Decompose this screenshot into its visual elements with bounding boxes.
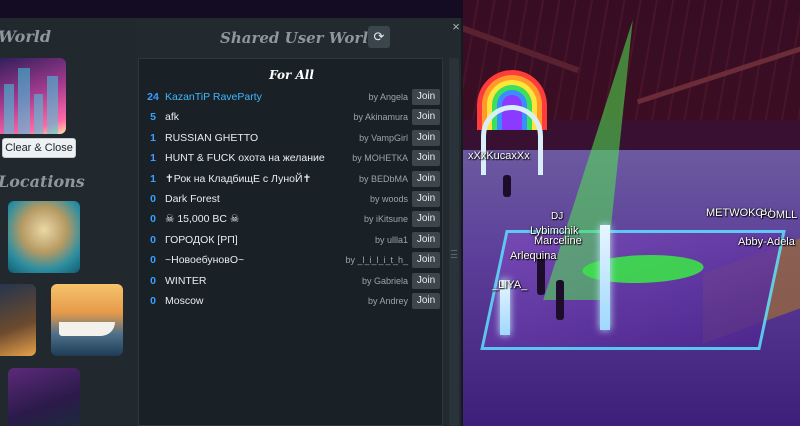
world-row[interactable]: 1 RUSSIAN GHETTO by VampGirl Join bbox=[139, 128, 444, 148]
close-icon[interactable]: × bbox=[450, 20, 462, 34]
world-author: by BEDbMA bbox=[358, 173, 408, 184]
join-button[interactable]: Join bbox=[412, 190, 440, 207]
user-count: 0 bbox=[150, 192, 156, 205]
refresh-button[interactable]: ⟳ bbox=[368, 26, 390, 48]
world-author: by ullla1 bbox=[374, 234, 408, 245]
join-button[interactable]: Join bbox=[412, 129, 440, 146]
world-name[interactable]: afk bbox=[165, 111, 179, 123]
location-thumbnail-room[interactable] bbox=[0, 284, 36, 356]
worlds-list: For All 24 KazanTiP RaveParty by Angela Joi… bbox=[138, 58, 443, 426]
join-button[interactable]: Join bbox=[412, 109, 440, 126]
join-button[interactable]: Join bbox=[412, 150, 440, 167]
world-row[interactable]: 0 ~НовоебуновО~ by _l_i_l_i_t_h_ Join bbox=[139, 250, 444, 270]
avatar-nametag: Marceline bbox=[534, 235, 582, 247]
user-count: 24 bbox=[147, 91, 159, 103]
avatar-nametag: Abby-Adela bbox=[738, 236, 795, 248]
list-scrollbar[interactable] bbox=[449, 58, 459, 426]
user-count: 0 bbox=[150, 254, 156, 267]
join-button[interactable]: Join bbox=[412, 292, 440, 309]
world-thumbnail-city[interactable] bbox=[0, 58, 66, 134]
world-name[interactable]: ☠ 15,000 BC ☠ bbox=[165, 213, 239, 225]
world-scene-view[interactable]: xXxKucaxXx DJ Lybimchik Marceline Arlequ… bbox=[463, 0, 800, 426]
world-row[interactable]: 0 Dark Forest by woods Join bbox=[139, 189, 444, 209]
white-arch bbox=[481, 105, 543, 175]
world-name[interactable]: ГОРОДОК [РП] bbox=[165, 234, 238, 246]
world-name[interactable]: RUSSIAN GHETTO bbox=[165, 132, 258, 144]
world-author: by Angela bbox=[368, 92, 408, 102]
user-count: 0 bbox=[150, 294, 156, 307]
user-count: 0 bbox=[150, 233, 156, 246]
join-button[interactable]: Join bbox=[412, 272, 440, 289]
user-count: 5 bbox=[150, 111, 156, 124]
world-author: by woods bbox=[369, 193, 408, 204]
location-thumbnail-island[interactable] bbox=[8, 201, 80, 273]
location-thumbnail-yacht[interactable] bbox=[51, 284, 123, 356]
avatar-nametag: xXxKucaxXx bbox=[468, 150, 530, 162]
avatar-nametag: POMLL bbox=[760, 209, 798, 221]
join-button[interactable]: Join bbox=[412, 252, 440, 269]
world-row[interactable]: 1 ✝Рок на КладбищЕ с ЛуноЙ✝ by BEDbMA Join bbox=[139, 169, 444, 189]
location-thumbnail-club[interactable] bbox=[8, 368, 80, 426]
left-sidebar: World Clear & Close Locations bbox=[0, 18, 136, 426]
world-row[interactable]: 0 ГОРОДОК [РП] by ullla1 Join bbox=[139, 230, 444, 250]
join-button[interactable]: Join bbox=[412, 89, 440, 105]
world-name[interactable]: ✝Рок на КладбищЕ с ЛуноЙ✝ bbox=[165, 173, 311, 185]
world-name[interactable]: Moscow bbox=[165, 295, 204, 307]
user-count: 0 bbox=[150, 274, 156, 287]
join-button[interactable]: Join bbox=[412, 231, 440, 248]
world-author: by МОНЕТКА bbox=[352, 153, 408, 164]
world-row[interactable]: 0 Moscow by Andrey Join bbox=[139, 291, 444, 311]
world-name[interactable]: ~НовоебуновО~ bbox=[165, 254, 244, 266]
avatar-figure[interactable] bbox=[556, 280, 564, 320]
world-author: by iKitsune bbox=[363, 214, 408, 225]
world-author: by Andrey bbox=[367, 295, 408, 306]
sidebar-title: World bbox=[0, 27, 52, 46]
world-name[interactable]: HUNT & FUCK охота на желание bbox=[165, 152, 325, 164]
clear-close-button[interactable]: Clear & Close bbox=[2, 138, 76, 158]
shared-worlds-panel: Shared User Worlds ⟳ For All 24 KazanTiP … bbox=[136, 18, 463, 426]
avatar-nametag: Arlequina bbox=[510, 250, 557, 262]
refresh-icon: ⟳ bbox=[373, 29, 385, 44]
world-row[interactable]: 1 HUNT & FUCK охота на желание by МОНЕТКА J… bbox=[139, 148, 444, 168]
world-row[interactable]: 24 KazanTiP RaveParty by Angela Join bbox=[139, 87, 444, 107]
world-author: by _l_i_l_i_t_h_ bbox=[345, 255, 408, 266]
user-count: 1 bbox=[150, 131, 156, 144]
join-button[interactable]: Join bbox=[412, 170, 440, 187]
world-author: by VampGirl bbox=[359, 132, 408, 143]
user-count: 1 bbox=[150, 152, 156, 165]
panel-title: Shared User Worlds bbox=[220, 29, 387, 47]
world-name[interactable]: Dark Forest bbox=[165, 193, 220, 205]
world-row[interactable]: 5 afk by Akinamura Join bbox=[139, 107, 444, 127]
user-count: 1 bbox=[150, 172, 156, 185]
world-row[interactable]: 0 WINTER by Gabriela Join bbox=[139, 271, 444, 291]
light-pillar bbox=[600, 225, 610, 330]
world-name[interactable]: KazanTiP RaveParty bbox=[165, 91, 262, 103]
world-author: by Akinamura bbox=[353, 112, 408, 123]
locations-heading: Locations bbox=[0, 172, 85, 191]
world-name[interactable]: WINTER bbox=[165, 275, 206, 287]
join-button[interactable]: Join bbox=[412, 211, 440, 228]
avatar-nametag: _LIYA_ bbox=[492, 279, 528, 291]
list-header: For All bbox=[269, 68, 314, 82]
world-row[interactable]: 0 ☠ 15,000 BC ☠ by iKitsune Join bbox=[139, 209, 444, 229]
user-count: 0 bbox=[150, 213, 156, 226]
scrollbar-grip-icon[interactable] bbox=[451, 250, 457, 258]
avatar-figure[interactable] bbox=[503, 175, 511, 197]
world-author: by Gabriela bbox=[361, 275, 408, 286]
avatar-nametag: DJ bbox=[551, 211, 564, 222]
worlds-rows: 24 KazanTiP RaveParty by Angela Join 5 afk by … bbox=[139, 87, 444, 311]
